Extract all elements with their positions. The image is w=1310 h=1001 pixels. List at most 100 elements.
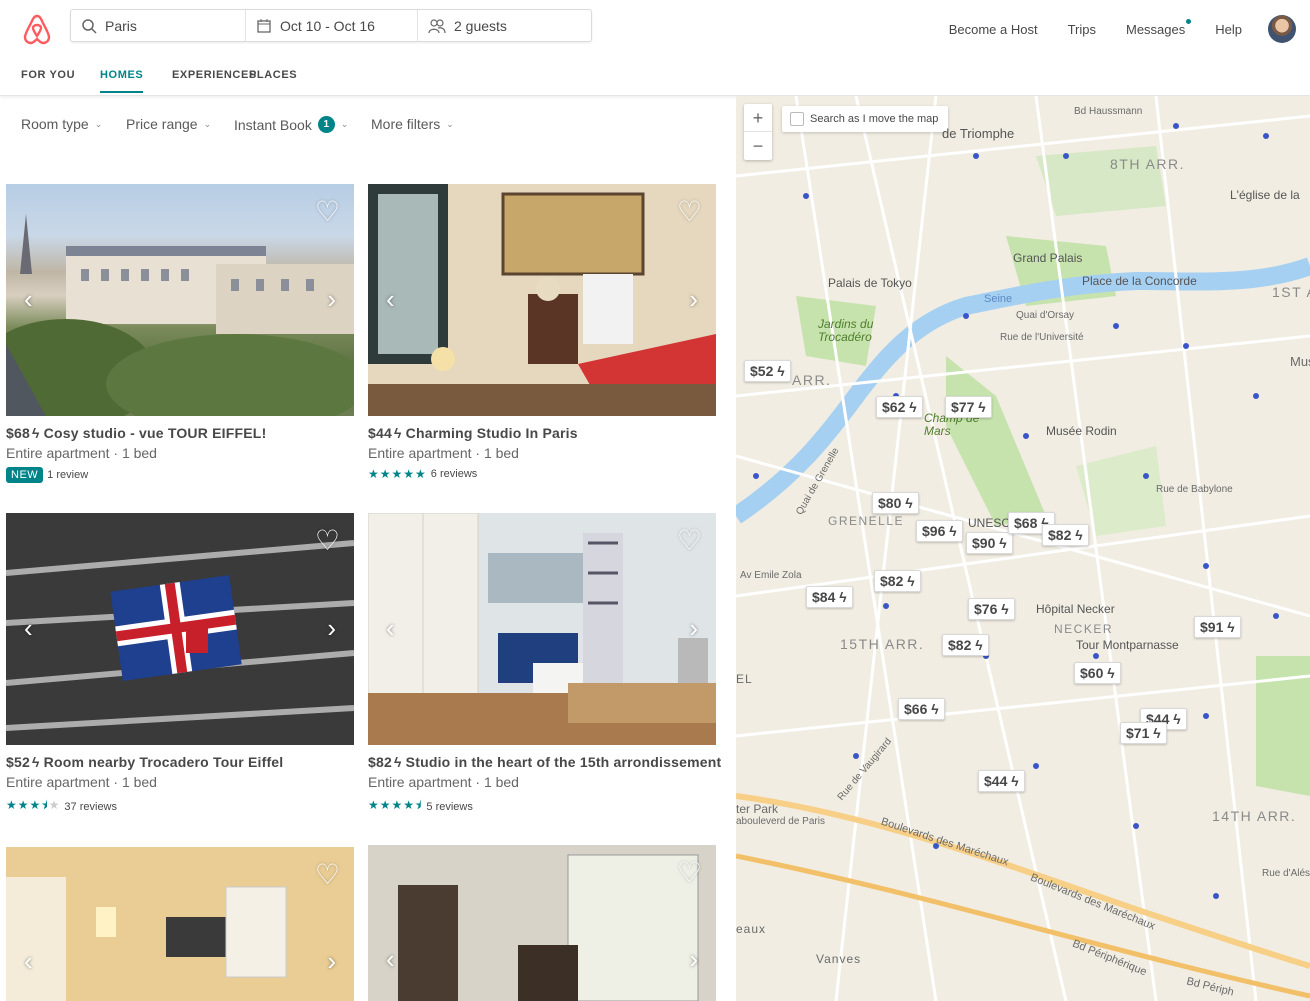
- price-pin[interactable]: $62 ϟ: [876, 396, 923, 418]
- messages-label: Messages: [1126, 22, 1186, 37]
- map-label: Jardins du Trocadéro: [818, 317, 874, 344]
- listing-photo[interactable]: ♡ ‹ ›: [368, 184, 716, 416]
- price-pin[interactable]: $90 ϟ: [966, 532, 1013, 554]
- instant-book-filter[interactable]: Instant Book 1 ⌄: [234, 116, 348, 133]
- room-type-label: Room type: [21, 116, 89, 132]
- price-pin[interactable]: $77 ϟ: [945, 396, 992, 418]
- heart-icon[interactable]: ♡: [315, 861, 340, 889]
- listing-name: Room nearby Trocadero Tour Eiffel: [43, 754, 284, 770]
- heart-icon[interactable]: ♡: [315, 527, 340, 555]
- price-pin[interactable]: $71 ϟ: [1120, 722, 1167, 744]
- listing-title: $82 ϟ Studio in the heart of the 15th arr…: [368, 754, 721, 770]
- dates-field[interactable]: Oct 10 - Oct 16: [246, 10, 418, 41]
- price-pin[interactable]: $91 ϟ: [1194, 616, 1241, 638]
- listing-card[interactable]: ♡ ‹ › $44 ϟ Charming Studio In Paris Enti…: [368, 184, 716, 481]
- tab-experiences[interactable]: EXPERIENCES: [172, 69, 257, 81]
- price-pin[interactable]: $96 ϟ: [916, 520, 963, 542]
- tab-places[interactable]: PLACES: [249, 69, 297, 81]
- more-filters[interactable]: More filters ⌄: [371, 116, 454, 132]
- price-pin[interactable]: $82 ϟ: [874, 570, 921, 592]
- room-illustration: [6, 847, 354, 1001]
- guests-field[interactable]: 2 guests: [418, 10, 591, 41]
- heart-icon[interactable]: ♡: [677, 198, 702, 226]
- map-label: Quai d'Orsay: [1016, 310, 1075, 321]
- pin-price: $62: [882, 399, 906, 415]
- price-pin[interactable]: $80 ϟ: [872, 492, 919, 514]
- map-label: eaux: [736, 922, 767, 936]
- room-illustration: [368, 845, 716, 1001]
- tab-for-you[interactable]: FOR YOU: [21, 69, 75, 81]
- chevron-left-icon[interactable]: ‹: [24, 615, 33, 641]
- listing-card[interactable]: ♡ ‹ › $82 ϟ Studio in the heart of the 15…: [368, 513, 721, 817]
- checkbox[interactable]: [790, 112, 804, 126]
- price-pin[interactable]: $44 ϟ: [978, 770, 1025, 792]
- price-pin[interactable]: $82 ϟ: [942, 634, 989, 656]
- chevron-left-icon[interactable]: ‹: [386, 946, 395, 972]
- pin-price: $84: [812, 589, 836, 605]
- listing-type: Entire apartment · 1 bed: [6, 445, 157, 461]
- chevron-left-icon[interactable]: ‹: [24, 286, 33, 312]
- map-background: [736, 96, 1310, 1001]
- map-label: Place de la Concorde: [1082, 274, 1197, 288]
- trips-link[interactable]: Trips: [1068, 22, 1096, 37]
- room-type-filter[interactable]: Room type ⌄: [21, 116, 102, 132]
- location-field[interactable]: Paris: [71, 10, 246, 41]
- airbnb-logo[interactable]: [20, 12, 54, 46]
- chevron-right-icon[interactable]: ›: [327, 948, 336, 974]
- map-label: Musée Rodin: [1046, 424, 1117, 438]
- search-icon: [82, 18, 97, 34]
- lightning-icon: ϟ: [393, 425, 406, 441]
- map[interactable]: + − Search as I move the map de Triomphe…: [736, 96, 1310, 1001]
- search-as-move-toggle[interactable]: Search as I move the map: [782, 106, 949, 132]
- listing-card[interactable]: ♡ ‹ › $52 ϟ Room nearby Trocadero Tour Ei…: [6, 513, 354, 817]
- heart-icon[interactable]: ♡: [677, 859, 702, 887]
- review-count: 5 reviews: [426, 800, 473, 813]
- price-pin[interactable]: $60 ϟ: [1074, 662, 1121, 684]
- map-label: Grand Palais: [1013, 251, 1083, 265]
- zoom-out-button[interactable]: −: [744, 132, 772, 160]
- pin-price: $82: [880, 573, 904, 589]
- star-rating: ★★★★★: [368, 467, 427, 481]
- map-label: Musé: [1290, 354, 1310, 369]
- chevron-left-icon[interactable]: ‹: [386, 286, 395, 312]
- price-range-filter[interactable]: Price range ⌄: [126, 116, 211, 132]
- listing-photo[interactable]: ♡ ‹ ›: [6, 184, 354, 416]
- listing-reviews: ★★★⯨★ 37 reviews: [6, 796, 354, 817]
- listing-card[interactable]: ♡ ‹ ›: [6, 847, 354, 1001]
- chevron-down-icon: ⌄: [94, 118, 103, 129]
- search-bar[interactable]: Paris Oct 10 - Oct 16 2 guests: [70, 9, 592, 42]
- listing-photo[interactable]: ♡ ‹ ›: [368, 513, 716, 745]
- map-label: ARR.: [792, 372, 832, 388]
- price-pin[interactable]: $84 ϟ: [806, 586, 853, 608]
- messages-link[interactable]: Messages: [1126, 19, 1192, 37]
- zoom-in-button[interactable]: +: [744, 104, 772, 132]
- tab-homes[interactable]: HOMES: [100, 69, 144, 93]
- location-value: Paris: [105, 17, 137, 34]
- listing-card[interactable]: ♡ ‹ › $68 ϟ Cosy studio - vue TOUR EIFFEL…: [6, 184, 354, 483]
- chevron-right-icon[interactable]: ›: [689, 946, 698, 972]
- listing-card[interactable]: ♡ ‹ ›: [368, 845, 716, 1001]
- zoom-control: + −: [744, 104, 772, 160]
- chevron-right-icon[interactable]: ›: [327, 286, 336, 312]
- help-link[interactable]: Help: [1215, 22, 1242, 37]
- price-pin[interactable]: $66 ϟ: [898, 698, 945, 720]
- listing-price: $44: [368, 425, 392, 441]
- avatar[interactable]: [1268, 15, 1296, 43]
- listing-photo[interactable]: ♡ ‹ ›: [368, 845, 716, 1001]
- chevron-left-icon[interactable]: ‹: [386, 615, 395, 641]
- price-pin[interactable]: $82 ϟ: [1042, 524, 1089, 546]
- map-label: Palais de Tokyo: [828, 276, 912, 290]
- listing-photo[interactable]: ♡ ‹ ›: [6, 847, 354, 1001]
- chevron-right-icon[interactable]: ›: [689, 286, 698, 312]
- price-pin[interactable]: $76 ϟ: [968, 598, 1015, 620]
- heart-icon[interactable]: ♡: [315, 198, 340, 226]
- price-pin[interactable]: $52 ϟ: [744, 360, 791, 382]
- chevron-down-icon: ⌄: [446, 118, 454, 129]
- become-host-link[interactable]: Become a Host: [949, 22, 1038, 37]
- filter-bar: Room type ⌄ Price range ⌄ Instant Book 1 ⌄ M…: [0, 110, 736, 140]
- chevron-right-icon[interactable]: ›: [327, 615, 336, 641]
- heart-icon[interactable]: ♡: [677, 527, 702, 555]
- chevron-right-icon[interactable]: ›: [689, 615, 698, 641]
- chevron-left-icon[interactable]: ‹: [24, 948, 33, 974]
- listing-photo[interactable]: ♡ ‹ ›: [6, 513, 354, 745]
